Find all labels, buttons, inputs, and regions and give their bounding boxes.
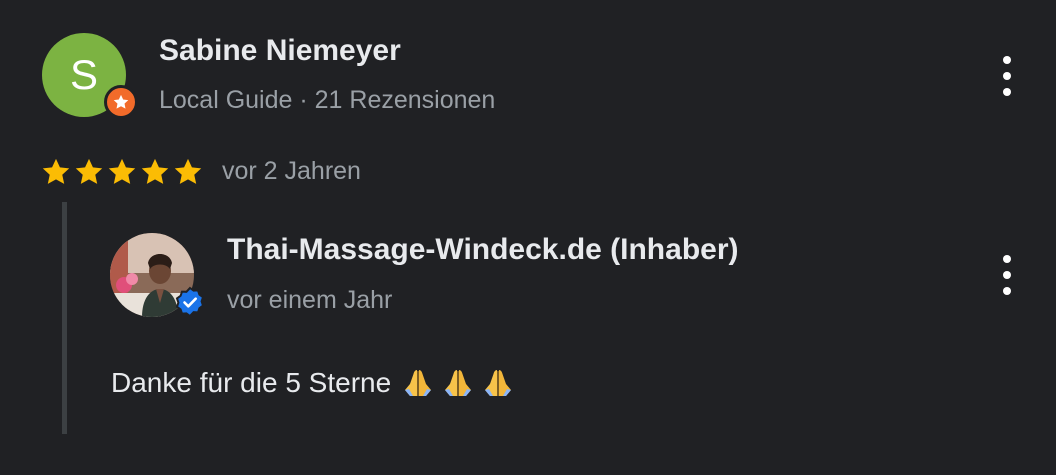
star-icon	[113, 94, 129, 109]
review-more-options-icon[interactable]	[995, 54, 1019, 98]
reply-more-options-icon[interactable]	[995, 253, 1019, 297]
review-date: vor 2 Jahren	[222, 157, 361, 185]
reply-date: vor einem Jahr	[227, 286, 393, 314]
reply-divider	[62, 202, 67, 434]
reviewer-meta: Local Guide · 21 Rezensionen	[159, 86, 496, 114]
owner-name[interactable]: Thai-Massage-Windeck.de (Inhaber)	[227, 233, 739, 267]
reviewer-name[interactable]: Sabine Niemeyer	[159, 34, 401, 68]
reply-text: Danke für die 5 Sterne	[111, 367, 515, 399]
emoji-group	[401, 367, 515, 399]
folded-hands-icon	[401, 367, 435, 399]
star-icon	[172, 156, 204, 188]
verified-badge-icon	[175, 286, 205, 318]
avatar-letter: S	[69, 51, 98, 98]
star-icon	[106, 156, 138, 188]
star-icon	[40, 156, 72, 188]
local-guide-badge-icon	[104, 85, 138, 119]
folded-hands-icon	[441, 367, 475, 399]
review-card: S Sabine Niemeyer Local Guide · 21 Rezen…	[0, 0, 1056, 475]
star-icon	[139, 156, 171, 188]
rating-stars	[40, 156, 204, 188]
folded-hands-icon	[481, 367, 515, 399]
reply-text-body: Danke für die 5 Sterne	[111, 367, 392, 398]
star-icon	[73, 156, 105, 188]
